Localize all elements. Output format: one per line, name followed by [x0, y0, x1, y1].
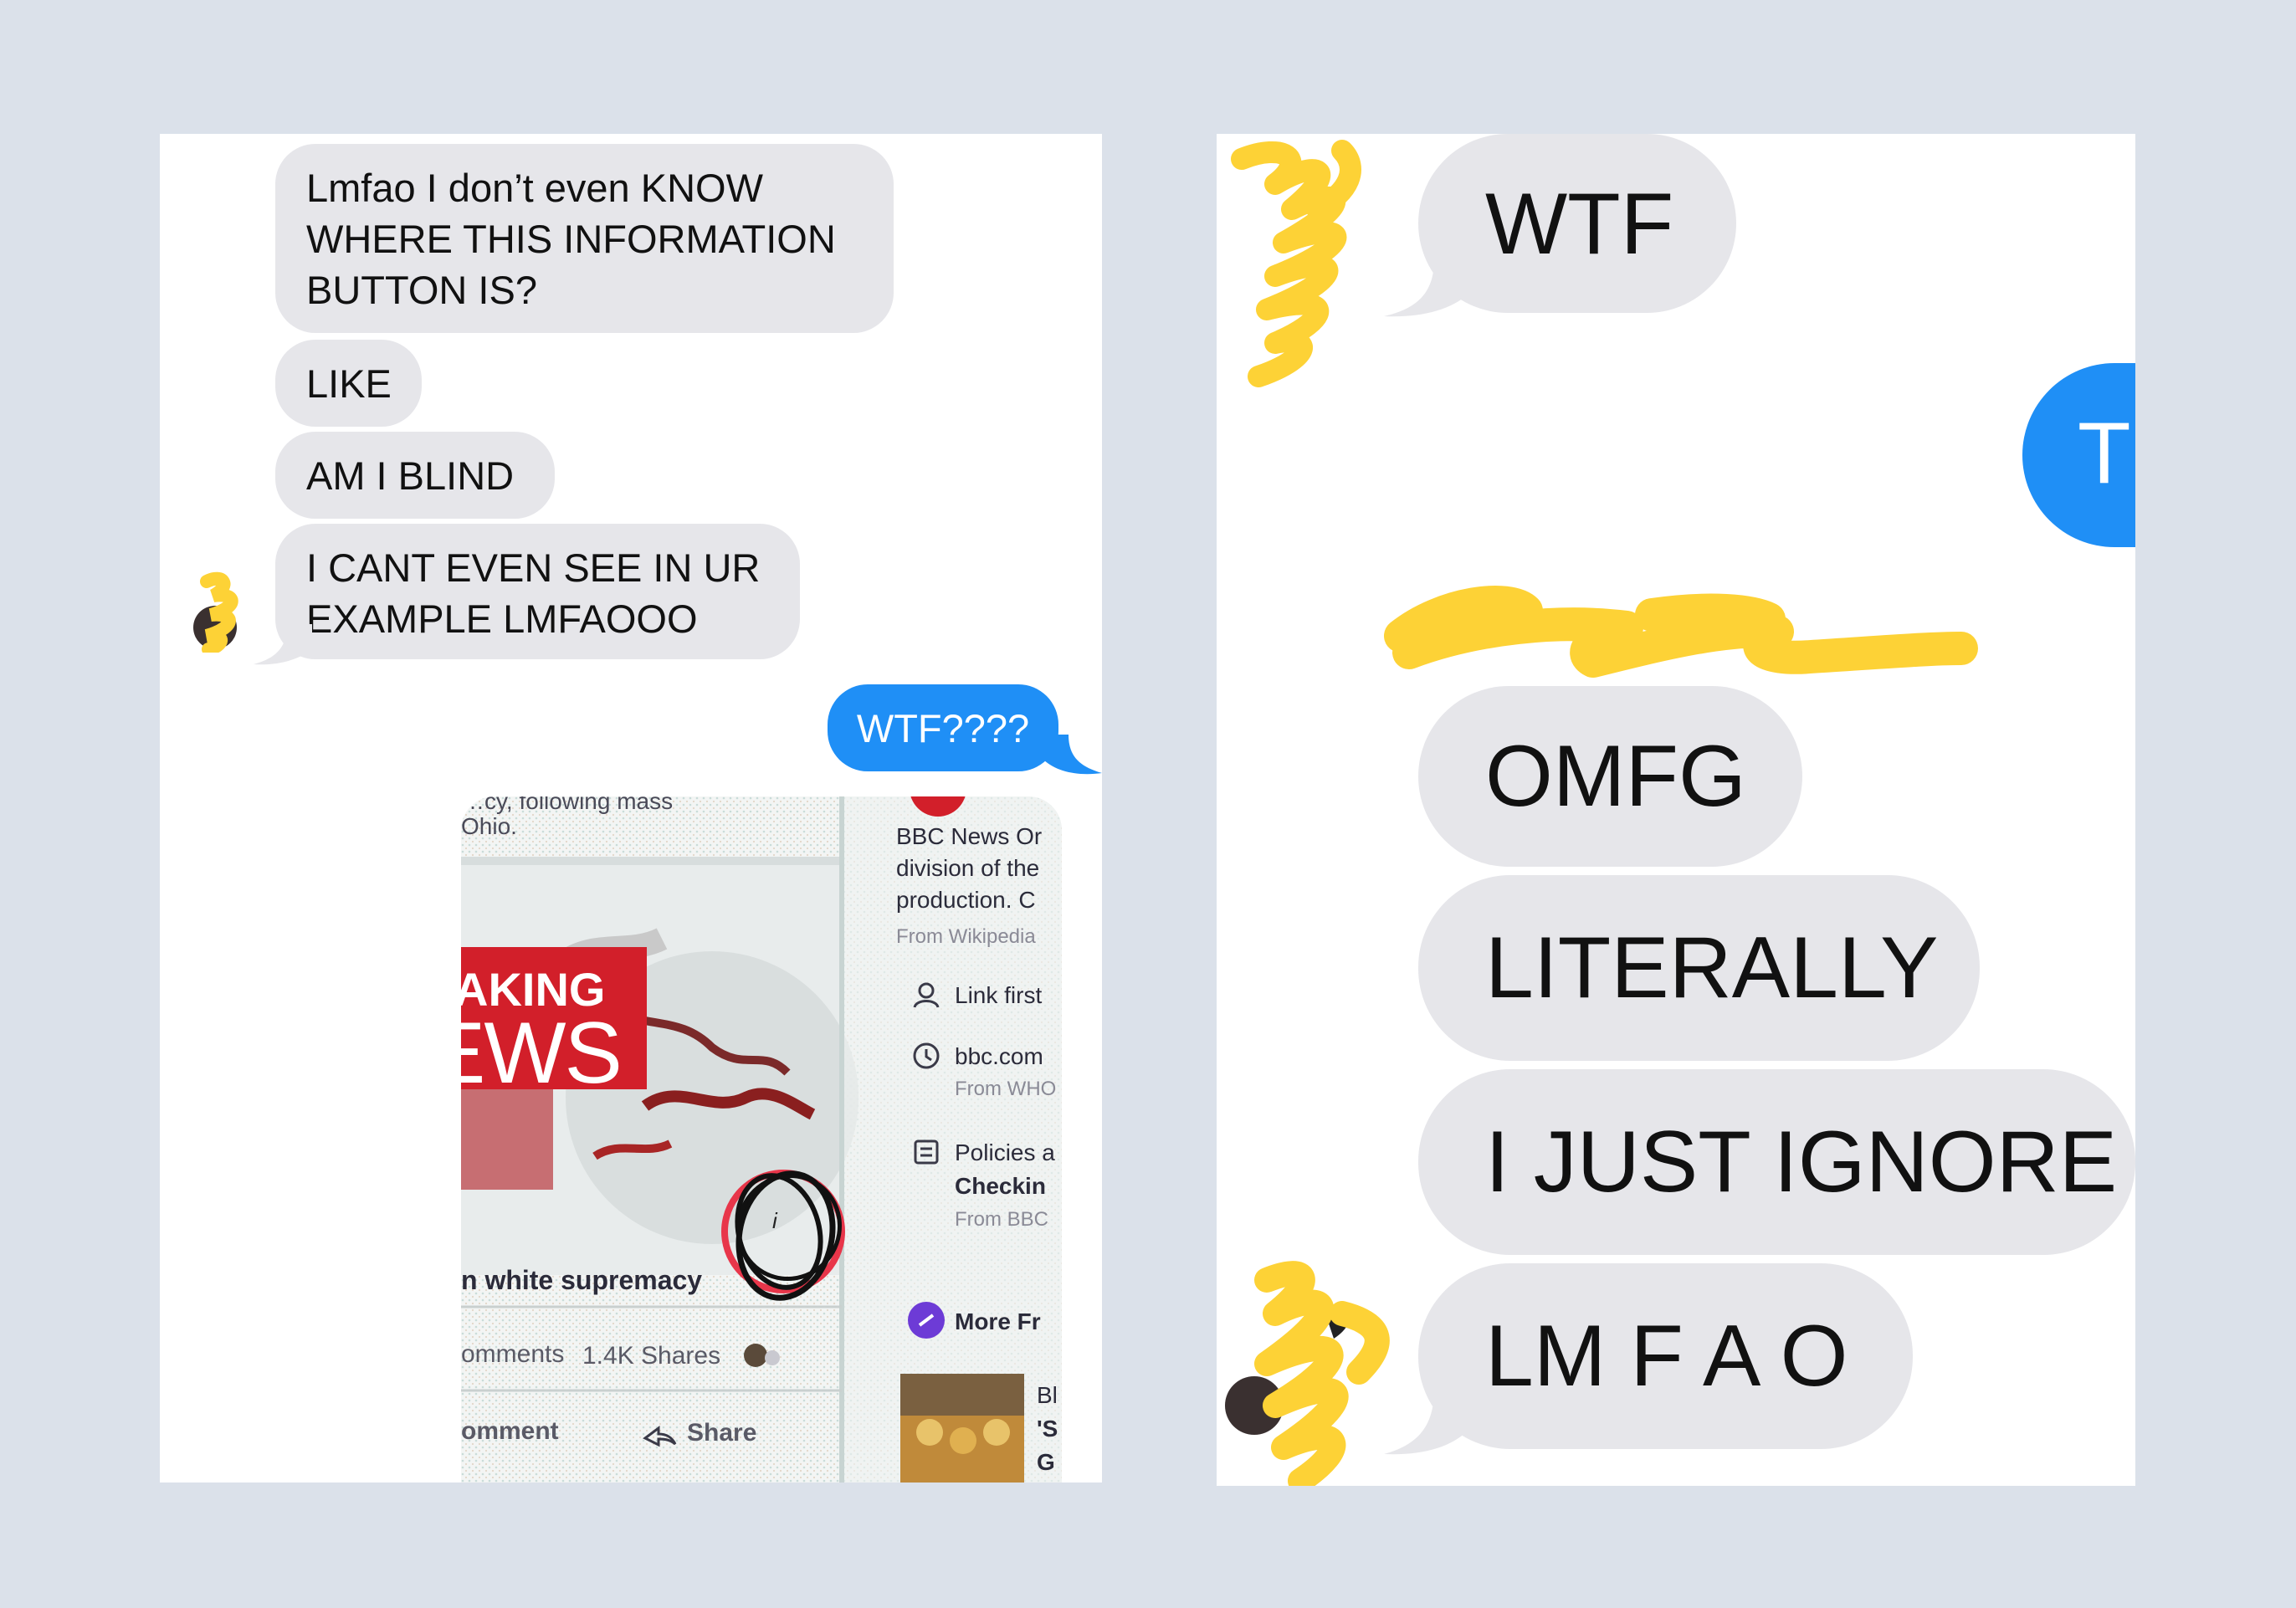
incoming-message-bubble[interactable]: AM I BLIND	[275, 432, 555, 519]
thumbnail-caption: 'S	[1037, 1416, 1058, 1442]
shares-count[interactable]: 1.4K Shares	[582, 1342, 720, 1370]
thumbnail-caption: G	[1037, 1449, 1055, 1475]
incoming-bubble-tail	[254, 624, 312, 665]
info-icon[interactable]: i	[772, 1208, 777, 1234]
more-from-label[interactable]: More Fr	[955, 1308, 1041, 1335]
left-chat-screenshot: Lmfao I don’t even KNOW WHERE THIS INFOR…	[160, 134, 1102, 1483]
message-text: I JUST IGNORE	[1485, 1114, 2118, 1211]
bbc-about-text: division of the	[896, 855, 1040, 881]
incoming-message-bubble[interactable]: Lmfao I don’t even KNOW WHERE THIS INFOR…	[275, 144, 894, 333]
bbc-about-text: BBC News Or	[896, 823, 1043, 849]
message-text: I CANT EVEN SEE IN UR EXAMPLE LMFAOOO	[306, 545, 761, 641]
message-text: WTF????	[856, 706, 1030, 750]
message-text: AM I BLIND	[306, 453, 515, 498]
incoming-message-bubble[interactable]: OMFG	[1418, 686, 1802, 867]
right-chat-screenshot: WTF T OMFG LITERALLY I JUST IGNORE LM F …	[1217, 134, 2135, 1486]
bbc-link[interactable]: bbc.com	[955, 1043, 1043, 1070]
post-text-fragment: Ohio.	[461, 813, 517, 839]
avatar-redacted	[1225, 1261, 1390, 1486]
banner-text: EWS	[461, 1005, 623, 1102]
incoming-message-bubble[interactable]: LITERALLY	[1418, 875, 1980, 1061]
message-text: LITERALLY	[1485, 919, 1939, 1017]
outgoing-message-bubble[interactable]: T	[2022, 363, 2135, 547]
message-text: LM F A O	[1485, 1308, 1848, 1405]
message-text: LIKE	[306, 361, 392, 406]
avatar-redacted	[1231, 140, 1361, 387]
source-label: From BBC	[955, 1208, 1049, 1231]
bbc-about-text: production. C	[896, 887, 1036, 913]
avatar-redacted	[193, 571, 238, 653]
name-redacted	[1384, 586, 1978, 678]
source-label: From Wikipedia	[896, 925, 1036, 948]
incoming-message-bubble[interactable]: LIKE	[275, 340, 422, 427]
attached-photo[interactable]: …cy, following mass Ohio. AKING EWS i n …	[461, 796, 1062, 1483]
message-text: OMFG	[1485, 728, 1746, 825]
outgoing-message-bubble[interactable]: WTF????	[828, 684, 1058, 771]
comment-button[interactable]: omment	[461, 1417, 559, 1446]
post-headline-fragment: n white supremacy	[461, 1265, 703, 1295]
incoming-message-bubble[interactable]: I JUST IGNORE	[1418, 1069, 2135, 1255]
incoming-message-bubble[interactable]: I CANT EVEN SEE IN UR EXAMPLE LMFAOOO	[275, 524, 800, 659]
link-first-label[interactable]: Link first	[955, 982, 1042, 1009]
message-text: Lmfao I don’t even KNOW WHERE THIS INFOR…	[306, 166, 836, 312]
source-label: From WHO	[955, 1078, 1057, 1100]
checking-label: Checkin	[955, 1173, 1046, 1199]
thumbnail-caption: Bl	[1037, 1382, 1058, 1408]
incoming-message-bubble[interactable]: LM F A O	[1418, 1263, 1913, 1449]
outgoing-bubble-tail	[1043, 735, 1102, 775]
comments-count[interactable]: omments	[461, 1340, 564, 1369]
message-text: WTF	[1485, 176, 1674, 273]
share-button[interactable]: Share	[687, 1419, 756, 1447]
post-text-fragment: …cy, following mass	[461, 796, 674, 814]
policies-label[interactable]: Policies a	[955, 1139, 1055, 1166]
message-text: T	[2078, 405, 2131, 502]
